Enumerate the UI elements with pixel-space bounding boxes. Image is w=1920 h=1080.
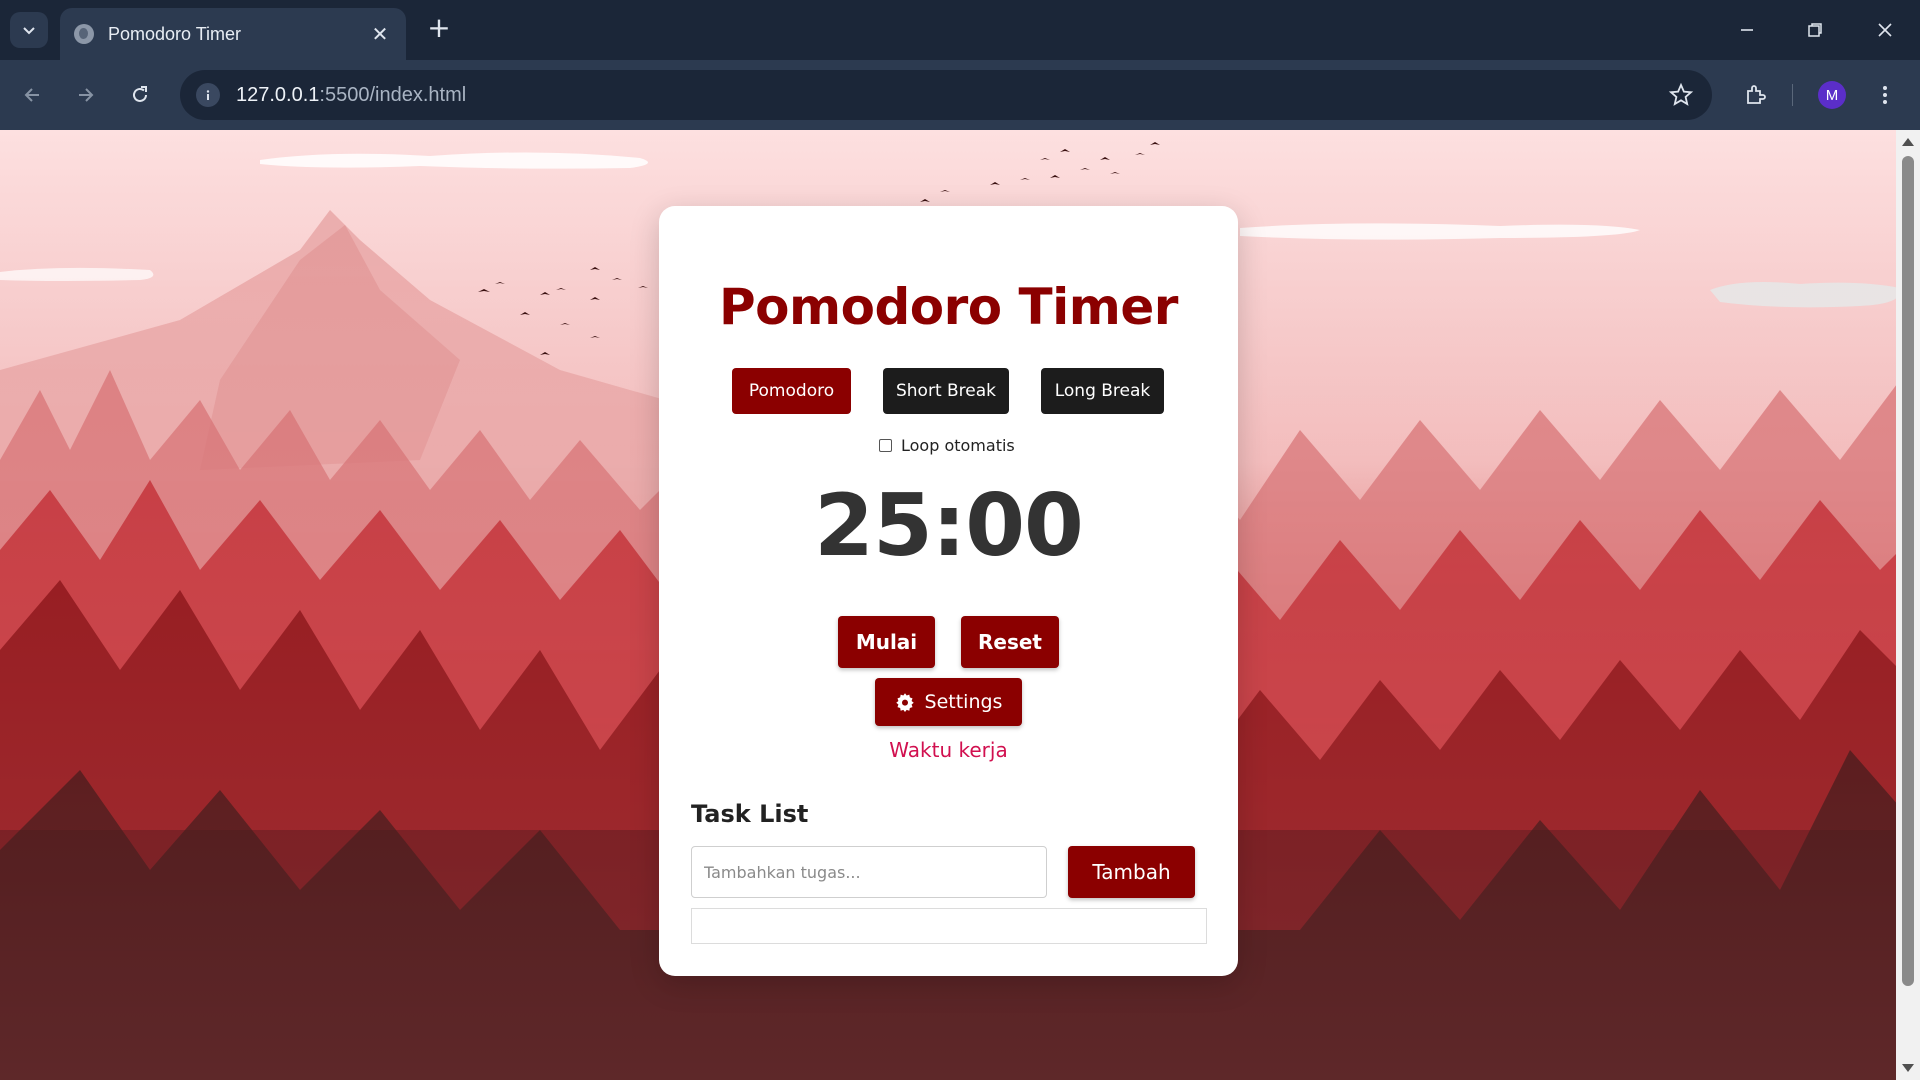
address-bar[interactable]: 127.0.0.1:5500/index.html	[180, 70, 1712, 120]
active-tab[interactable]: Pomodoro Timer ✕	[60, 8, 406, 60]
minimize-icon	[1741, 29, 1753, 31]
restore-icon	[1808, 23, 1822, 37]
reset-button[interactable]: Reset	[961, 616, 1059, 668]
task-list	[691, 908, 1207, 944]
settings-label: Settings	[924, 691, 1003, 713]
mode-selector: Pomodoro Short Break Long Break	[659, 368, 1238, 414]
reload-icon	[133, 86, 147, 102]
settings-button[interactable]: Settings	[875, 678, 1022, 726]
page-scrollbar[interactable]	[1896, 130, 1920, 1080]
browser-toolbar: 127.0.0.1:5500/index.html M	[0, 60, 1920, 130]
mode-short-break-button[interactable]: Short Break	[883, 368, 1009, 414]
loop-label: Loop otomatis	[901, 435, 1015, 455]
back-icon	[24, 88, 39, 102]
tab-search-button[interactable]	[10, 12, 48, 48]
url-path: :5500/index.html	[319, 83, 467, 106]
add-task-button[interactable]: Tambah	[1068, 846, 1195, 898]
info-icon[interactable]	[196, 83, 220, 107]
mode-pomodoro-button[interactable]: Pomodoro	[732, 368, 851, 414]
globe-icon	[74, 24, 94, 44]
loop-toggle[interactable]: Loop otomatis	[879, 434, 1015, 456]
start-button[interactable]: Mulai	[838, 616, 935, 668]
kebab-menu-icon[interactable]	[1870, 77, 1900, 113]
toolbar-divider	[1792, 84, 1793, 106]
new-tab-button[interactable]: +	[424, 14, 454, 44]
chevron-down-icon	[23, 27, 35, 35]
window-close-button[interactable]	[1862, 12, 1908, 48]
pomodoro-card: Pomodoro Timer Pomodoro Short Break Long…	[659, 206, 1238, 976]
profile-avatar[interactable]: M	[1818, 81, 1846, 109]
loop-checkbox[interactable]	[879, 438, 892, 452]
mode-long-break-button[interactable]: Long Break	[1041, 368, 1164, 414]
forward-icon	[79, 88, 94, 102]
restore-button[interactable]	[1792, 12, 1838, 48]
page-title: Pomodoro Timer	[719, 278, 1178, 336]
extensions-icon[interactable]	[1738, 77, 1772, 113]
close-icon[interactable]: ✕	[368, 22, 392, 46]
tab-title: Pomodoro Timer	[108, 23, 242, 44]
scroll-up-arrow-icon[interactable]	[1902, 138, 1914, 146]
window-close-icon	[1878, 23, 1892, 37]
back-button[interactable]	[14, 77, 50, 113]
scrollbar-thumb[interactable]	[1902, 156, 1914, 986]
task-input[interactable]	[691, 846, 1047, 898]
page-viewport: Pomodoro Timer Pomodoro Short Break Long…	[0, 130, 1920, 1080]
task-list-heading: Task List	[691, 800, 809, 828]
forward-button[interactable]	[68, 77, 104, 113]
status-text: Waktu kerja	[889, 738, 1008, 762]
gear-icon	[895, 693, 914, 712]
plus-icon: +	[427, 11, 451, 44]
reload-button[interactable]	[122, 77, 158, 113]
browser-chrome: Pomodoro Timer ✕ + 127.0.0.1:5500/index…	[0, 0, 1920, 130]
star-icon[interactable]	[1668, 82, 1694, 108]
scroll-down-arrow-icon[interactable]	[1902, 1064, 1914, 1072]
tab-strip: Pomodoro Timer ✕ +	[0, 0, 1920, 60]
minimize-button[interactable]	[1724, 12, 1770, 48]
timer-display: 25:00	[814, 476, 1084, 576]
url-host: 127.0.0.1	[236, 83, 320, 106]
